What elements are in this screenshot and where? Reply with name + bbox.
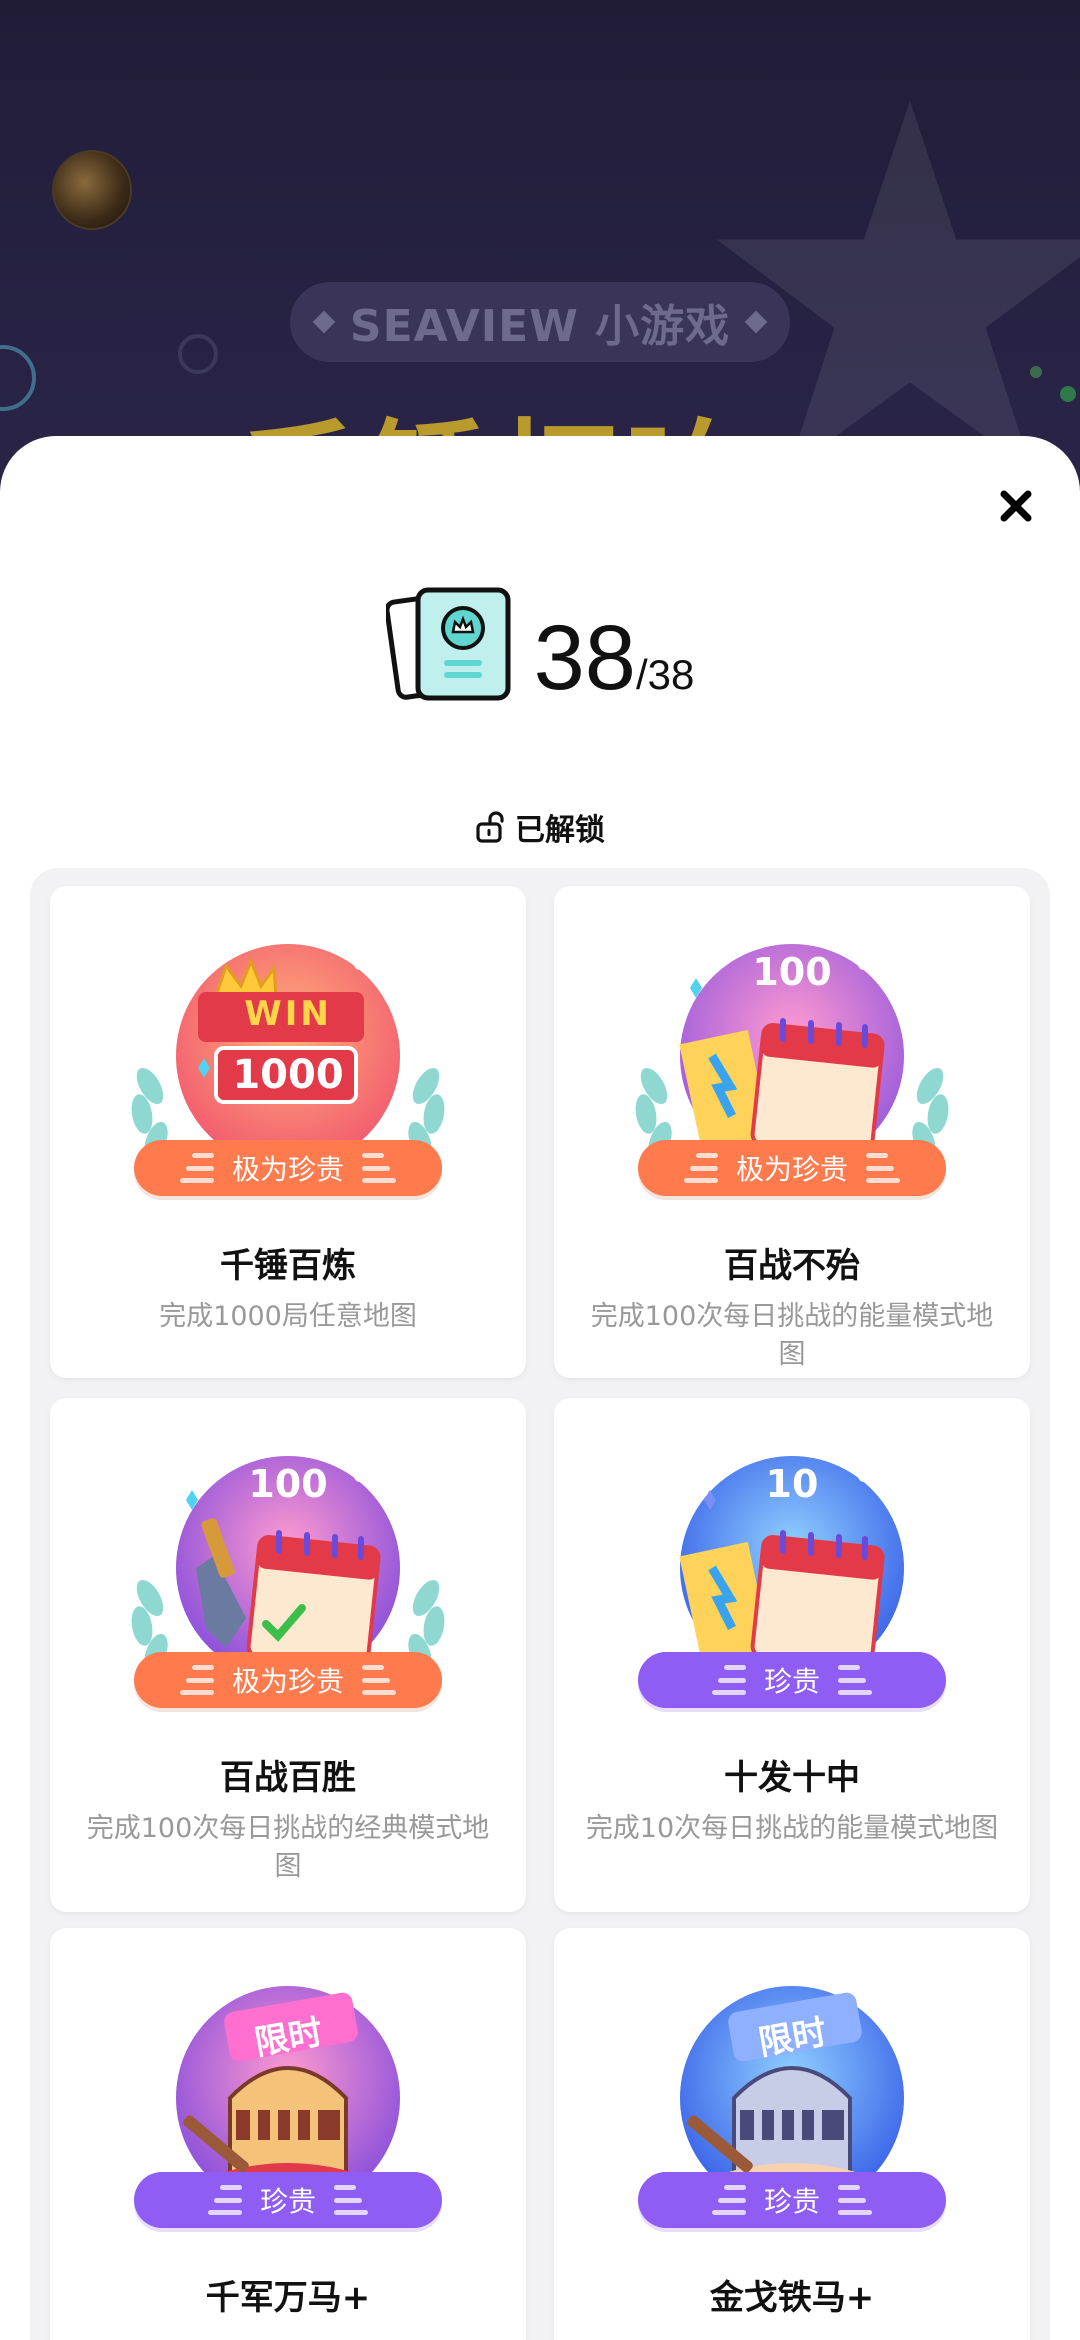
section-label: 已解锁 [515,813,605,848]
rarity-badge: 极为珍贵 [638,1140,946,1196]
rarity-label: 极为珍贵 [231,1153,344,1186]
achievement-card[interactable]: 100 极为珍贵 百战百胜 完成100次每日挑战的经典模式地图 [50,1398,526,1912]
diamond-icon [744,310,768,334]
stripes-icon [683,1153,718,1183]
badge-number: 10 [765,1462,819,1506]
background-header: SEAVIEW 小游戏 千锤打响 [0,0,1080,480]
achievement-card[interactable]: 限时 珍贵 金戈铁马+ [554,1928,1030,2340]
rarity-label: 极为珍贵 [231,1665,344,1698]
rarity-label: 极为珍贵 [735,1153,848,1186]
avatar[interactable] [52,150,132,230]
achievement-card[interactable]: 100 极为珍贵 百战不殆 完成100次每日挑战的能量模式地图 [554,886,1030,1378]
achievement-grid: WIN 1000 极为珍贵 千锤百炼 完成1000局任意地图 100 极为珍贵 … [30,868,1050,2340]
badge-cards-icon [385,587,511,701]
section-header: 已解锁 [0,802,1080,852]
rarity-badge: 极为珍贵 [134,1140,442,1196]
achievement-counter: 38 /38 [0,584,1080,704]
achievement-title: 百战百胜 [220,1758,356,1798]
stripes-icon [179,1153,214,1183]
achievement-desc: 完成100次每日挑战的能量模式地图 [590,1301,994,1370]
dot-decoration-icon [1030,366,1042,378]
rarity-badge: 珍贵 [638,2172,946,2228]
rarity-badge: 珍贵 [638,1652,946,1708]
badge-number: 100 [752,950,832,994]
rarity-label: 珍贵 [259,2185,316,2218]
stripes-icon [838,2185,872,2215]
stripes-icon [866,1153,900,1183]
total-count: /38 [635,651,695,698]
badge-top-text: WIN [244,994,332,1034]
stripes-icon [207,2185,242,2215]
dot-decoration-icon [1060,386,1076,402]
rarity-badge: 极为珍贵 [134,1652,442,1708]
achievement-desc: 完成1000局任意地图 [159,1301,417,1332]
rarity-label: 珍贵 [763,2185,820,2218]
close-button[interactable] [986,476,1046,536]
achievement-title: 十发十中 [724,1758,860,1798]
achievement-title: 千军万马+ [205,2278,371,2318]
stripes-icon [362,1665,396,1695]
ring-decoration-icon [178,334,218,374]
badge-number: 1000 [232,1052,344,1098]
achievement-title: 百战不殆 [724,1246,860,1286]
achievement-desc: 完成10次每日挑战的能量模式地图 [585,1813,999,1844]
achievement-card[interactable]: WIN 1000 极为珍贵 千锤百炼 完成1000局任意地图 [50,886,526,1378]
game-label: SEAVIEW 小游戏 [349,301,731,352]
star-decoration-icon [716,101,1080,471]
stripes-icon [838,1665,872,1695]
achievement-desc: 完成100次每日挑战的经典模式地图 [86,1813,490,1882]
unlocked-count: 38 [533,607,636,709]
achievement-title: 千锤百炼 [220,1246,356,1286]
game-label-pill: SEAVIEW 小游戏 [290,282,790,362]
rarity-badge: 珍贵 [134,2172,442,2228]
stripes-icon [334,2185,368,2215]
stripes-icon [362,1153,396,1183]
stripes-icon [711,1665,746,1695]
stripes-icon [179,1665,214,1695]
diamond-icon [312,310,336,334]
badge-number: 100 [248,1462,328,1506]
unlock-icon [476,811,504,843]
achievement-card[interactable]: 10 珍贵 十发十中 完成10次每日挑战的能量模式地图 [554,1398,1030,1912]
close-icon [1000,490,1032,522]
achievement-title: 金戈铁马+ [709,2278,875,2318]
achievements-sheet: 38 /38 已解锁 WIN 1000 极为珍贵 千锤百炼 完成1000局任意地… [0,436,1080,2340]
rarity-label: 珍贵 [763,1665,820,1698]
stripes-icon [711,2185,746,2215]
ring-decoration-icon [0,345,36,411]
achievement-card[interactable]: 限时 珍贵 千军万马+ [50,1928,526,2340]
